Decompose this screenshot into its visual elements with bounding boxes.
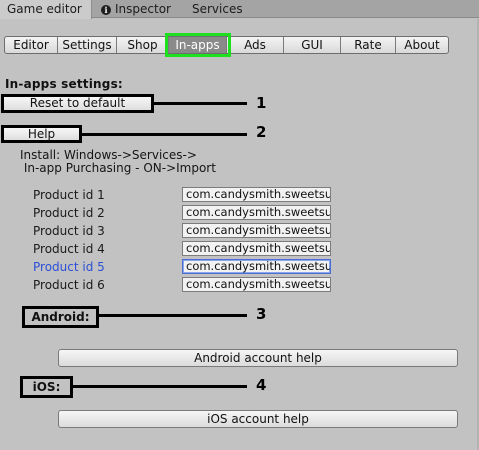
tab-inspector-label: Inspector	[115, 2, 171, 16]
toolbar-gui-button[interactable]: GUI	[284, 37, 341, 53]
ios-account-help-button[interactable]: iOS account help	[58, 410, 458, 428]
callout-3-number: 3	[256, 305, 267, 323]
inapps-settings-title: In-apps settings:	[5, 77, 123, 91]
product-id-5-label: Product id 5	[33, 260, 105, 274]
toolbar-ads-button[interactable]: Ads	[227, 37, 284, 53]
callout-4-line	[73, 385, 247, 388]
product-id-3-label: Product id 3	[33, 224, 105, 238]
product-id-6-label: Product id 6	[33, 278, 105, 292]
product-id-2-field[interactable]: com.candysmith.sweetsu	[182, 205, 331, 220]
toolbar-shop-button[interactable]: Shop	[117, 37, 169, 53]
toolbar-editor-button[interactable]: Editor	[5, 37, 58, 53]
product-id-4-label: Product id 4	[33, 242, 105, 256]
android-account-help-button[interactable]: Android account help	[58, 349, 458, 367]
android-section-label: Android:	[22, 306, 99, 328]
callout-1-number: 1	[256, 94, 267, 112]
tab-services-label: Services	[192, 2, 243, 16]
callout-3-line	[99, 314, 247, 317]
help-button[interactable]: Help	[1, 125, 82, 143]
callout-1-line	[154, 102, 247, 105]
install-instructions: Install: Windows->Services-> In-app Purc…	[20, 148, 216, 175]
product-id-6-field[interactable]: com.candysmith.sweetsu	[182, 277, 331, 292]
info-icon: i	[101, 5, 111, 15]
callout-2-number: 2	[256, 123, 267, 141]
toolbar-inapps-button[interactable]: In-apps	[165, 33, 231, 57]
callout-4-number: 4	[256, 376, 267, 394]
window-tab-bar: Game editor i Inspector Services	[0, 0, 479, 19]
tab-services[interactable]: Services	[185, 0, 255, 18]
editor-toolbar: Editor Settings Shop In-apps Ads GUI Rat…	[4, 33, 449, 57]
tab-game-editor-label: Game editor	[7, 2, 82, 16]
toolbar-rate-button[interactable]: Rate	[341, 37, 396, 53]
product-id-5-field[interactable]: com.candysmith.sweetsu	[182, 259, 331, 274]
product-id-2-label: Product id 2	[33, 206, 105, 220]
product-id-1-label: Product id 1	[33, 188, 105, 202]
product-id-4-field[interactable]: com.candysmith.sweetsu	[182, 241, 331, 256]
ios-section-label: iOS:	[20, 376, 73, 398]
toolbar-about-button[interactable]: About	[396, 37, 448, 53]
tab-game-editor[interactable]: Game editor	[0, 0, 92, 19]
callout-2-line	[82, 133, 247, 136]
toolbar-settings-button[interactable]: Settings	[58, 37, 117, 53]
product-id-1-field[interactable]: com.candysmith.sweetsu	[182, 187, 331, 202]
tab-inspector[interactable]: i Inspector	[94, 0, 180, 18]
reset-to-default-button[interactable]: Reset to default	[1, 94, 154, 113]
product-id-3-field[interactable]: com.candysmith.sweetsu	[182, 223, 331, 238]
